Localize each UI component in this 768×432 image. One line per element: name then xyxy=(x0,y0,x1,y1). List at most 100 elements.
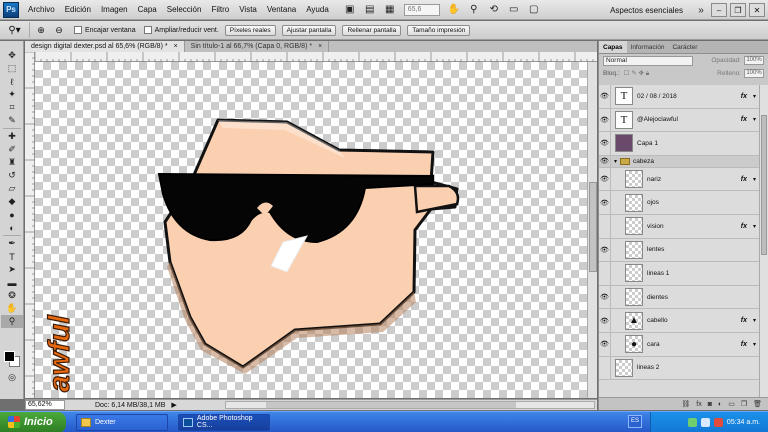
link-layers-icon[interactable]: ⛓ xyxy=(681,400,690,408)
eye-icon[interactable]: 👁︎ xyxy=(599,85,611,108)
fx-icon[interactable]: fx xyxy=(741,176,747,183)
minibridge-icon[interactable]: ▤ xyxy=(362,3,378,17)
eye-icon[interactable]: 👁︎ xyxy=(599,285,611,309)
menu-ventana[interactable]: Ventana xyxy=(262,5,301,14)
chevron-down-icon[interactable]: ▾ xyxy=(753,176,756,183)
chevron-down-icon[interactable]: ▾ xyxy=(753,341,756,348)
workspace-switcher[interactable]: Aspectos esenciales xyxy=(610,6,683,15)
menu-seleccion[interactable]: Selección xyxy=(162,5,207,14)
close-icon[interactable]: × xyxy=(318,43,322,50)
paint-bucket-icon[interactable]: ◆ xyxy=(1,195,23,208)
history-brush-icon[interactable]: ↺ xyxy=(1,169,23,182)
menu-capa[interactable]: Capa xyxy=(133,5,162,14)
canvas-horizontal-scrollbar[interactable] xyxy=(225,401,595,409)
menu-filtro[interactable]: Filtro xyxy=(206,5,234,14)
layer-row[interactable]: 👁︎ lentes xyxy=(599,238,759,263)
menubar-zoom-field[interactable]: 65,6 xyxy=(403,3,440,16)
language-indicator[interactable]: ES xyxy=(628,415,642,428)
zoom-in-icon[interactable]: ⊕ xyxy=(34,23,48,37)
layer-group-row[interactable]: 👁︎ ▾ cabeza xyxy=(599,155,759,168)
eyedropper-icon[interactable]: ✎ xyxy=(1,114,23,127)
rotate-view-icon[interactable]: ⟲ xyxy=(486,3,502,17)
menu-edicion[interactable]: Edición xyxy=(60,5,96,14)
taskbar-item-dexter[interactable]: Dexter xyxy=(76,413,168,431)
eye-icon[interactable]: 👁︎ xyxy=(599,238,611,262)
eye-icon[interactable]: 👁︎ xyxy=(599,108,611,132)
eye-hidden-icon[interactable] xyxy=(599,214,611,238)
grid-icon[interactable]: ▦ xyxy=(382,3,398,17)
network-icon[interactable] xyxy=(687,418,697,427)
zoom-tool-icon[interactable]: ⚲ xyxy=(466,3,482,17)
lock-icons[interactable]: ☐ ✎ ✥ 🔒︎ xyxy=(624,69,650,78)
security-icon[interactable] xyxy=(713,418,723,427)
checkbox-box[interactable] xyxy=(143,26,152,34)
canvas-vertical-scrollbar[interactable] xyxy=(587,62,597,398)
scrollbar-thumb[interactable] xyxy=(761,115,767,255)
fit-window-checkbox[interactable]: Encajar ventana xyxy=(74,26,136,34)
mask-icon[interactable]: ◙ xyxy=(708,401,712,408)
menu-imagen[interactable]: Imagen xyxy=(96,5,133,14)
restore-button[interactable]: ❐ xyxy=(730,3,746,17)
resize-windows-checkbox[interactable]: Ampliar/reducir vent. xyxy=(143,26,219,34)
close-button[interactable]: ✕ xyxy=(749,3,765,17)
volume-icon[interactable] xyxy=(700,418,710,427)
layer-row[interactable]: vision fx ▾ xyxy=(599,214,759,239)
shape-tool-icon[interactable]: ▬ xyxy=(1,276,23,289)
eye-icon[interactable]: 👁︎ xyxy=(599,132,611,155)
bridge-icon[interactable]: ▣ xyxy=(342,3,358,17)
crop-tool-icon[interactable]: ⌗ xyxy=(1,101,23,114)
lasso-tool-icon[interactable]: ℓ xyxy=(1,75,23,88)
screen-mode-icon[interactable]: ▢ xyxy=(526,3,542,17)
print-size-button[interactable]: Tamaño impresión xyxy=(407,24,471,36)
layer-row[interactable]: lineas 1 xyxy=(599,262,759,286)
eraser-icon[interactable]: ▱ xyxy=(1,182,23,195)
scrollbar-thumb[interactable] xyxy=(589,182,597,272)
layer-row[interactable]: 👁︎ dientes xyxy=(599,285,759,310)
move-tool-icon[interactable]: ✥ xyxy=(1,49,23,62)
hand-tool-icon[interactable]: ✋ xyxy=(446,3,462,17)
clone-stamp-icon[interactable]: ♜ xyxy=(1,156,23,169)
actual-pixels-button[interactable]: Píxeles reales xyxy=(224,24,276,36)
layer-row[interactable]: lineas 2 xyxy=(599,356,759,381)
taskbar-item-photoshop[interactable]: Adobe Photoshop CS... xyxy=(178,413,270,431)
menu-ayuda[interactable]: Ayuda xyxy=(301,5,334,14)
eye-icon[interactable]: 👁︎ xyxy=(599,167,611,191)
chevron-down-icon[interactable]: ▾ xyxy=(753,317,756,324)
close-icon[interactable]: × xyxy=(174,43,178,50)
eye-icon[interactable]: 👁︎ xyxy=(599,309,611,332)
opacity-field[interactable]: 100% xyxy=(744,56,764,65)
new-layer-icon[interactable]: ❐ xyxy=(741,400,747,408)
horizontal-ruler[interactable] xyxy=(34,52,597,62)
fill-field[interactable]: 100% xyxy=(744,69,764,78)
tab-informacion[interactable]: Información xyxy=(627,41,669,53)
scrollbar-thumb[interactable] xyxy=(266,402,516,408)
chevron-down-icon[interactable]: ▾ xyxy=(753,116,756,123)
marquee-tool-icon[interactable]: ⬚ xyxy=(1,62,23,75)
new-group-icon[interactable]: ▭ xyxy=(728,400,735,408)
quick-mask-icon[interactable]: ◎ xyxy=(1,371,23,384)
adjustment-icon[interactable]: ◐ xyxy=(718,401,722,408)
fx-icon[interactable]: fx xyxy=(741,341,747,348)
tab-caracter[interactable]: Carácter xyxy=(668,41,701,53)
type-tool-icon[interactable]: T xyxy=(1,250,23,263)
arrange-docs-icon[interactable]: ▭ xyxy=(506,3,522,17)
chevron-down-icon[interactable]: ▾ xyxy=(614,158,617,165)
pen-tool-icon[interactable]: ✒ xyxy=(1,237,23,250)
status-menu-icon[interactable]: ▶ xyxy=(171,401,176,409)
hand-tool-icon[interactable]: ✋ xyxy=(1,302,23,315)
eye-hidden-icon[interactable] xyxy=(599,262,611,285)
eye-icon[interactable]: 👁︎ xyxy=(599,155,611,167)
3d-rotate-icon[interactable]: ❂ xyxy=(1,289,23,302)
layer-row[interactable]: 👁︎ ▲ cabello fx ▾ xyxy=(599,309,759,333)
status-zoom-field[interactable]: 65,62% xyxy=(25,400,65,410)
tab-design-digital-dexter[interactable]: design digital dexter.psd al 65,6% (RGB/… xyxy=(25,41,185,52)
layer-row[interactable]: 👁︎ T 02 / 08 / 2018 fx ▾ xyxy=(599,85,759,109)
eye-icon[interactable]: 👁︎ xyxy=(599,191,611,214)
magic-wand-icon[interactable]: ✦ xyxy=(1,88,23,101)
trash-icon[interactable]: 🗑︎ xyxy=(753,400,762,408)
tool-preset-picker[interactable]: ⚲▾ xyxy=(0,22,30,38)
checkbox-box[interactable] xyxy=(74,26,82,34)
zoom-tool-icon[interactable]: ⚲ xyxy=(1,315,23,328)
dodge-tool-icon[interactable]: ◐ xyxy=(1,221,23,234)
eye-hidden-icon[interactable] xyxy=(599,356,611,380)
